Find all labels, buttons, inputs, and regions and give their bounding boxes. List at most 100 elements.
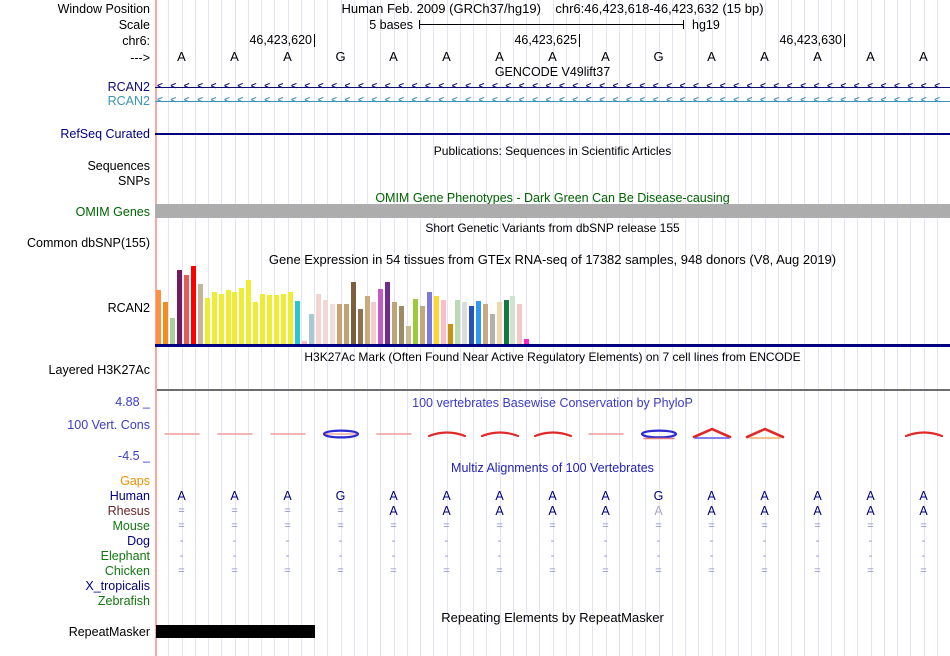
gtex-tissue-bar[interactable]: [378, 289, 384, 344]
gtex-tissue-bar[interactable]: [482, 304, 488, 344]
gtex-tissue-bar[interactable]: [288, 292, 294, 344]
gtex-tissue-bar[interactable]: [496, 302, 502, 344]
gtex-tissue-bar[interactable]: [385, 282, 391, 344]
alignment-cell: =: [496, 520, 503, 532]
gtex-tissue-bar[interactable]: [232, 292, 238, 344]
strand-arrow-icon: <: [170, 81, 177, 92]
gtex-tissue-bar[interactable]: [274, 295, 280, 344]
gtex-tissue-bar[interactable]: [434, 296, 439, 344]
gtex-tissue-bar[interactable]: [183, 275, 189, 344]
gtex-tissue-bar[interactable]: [295, 301, 300, 344]
gtex-tissue-bar[interactable]: [260, 294, 266, 344]
gtex-tissue-bar[interactable]: [343, 304, 349, 344]
repeatmasker-track-title[interactable]: Repeating Elements by RepeatMasker: [155, 611, 950, 625]
strand-arrow-icon: <: [237, 81, 244, 92]
strand-arrow-icon: <: [800, 95, 807, 106]
omim-track-title[interactable]: OMIM Gene Phenotypes - Dark Green Can Be…: [155, 191, 950, 205]
gtex-tissue-bar[interactable]: [503, 300, 509, 344]
gtex-tissue-bar[interactable]: [371, 302, 377, 344]
gene-label-rcan2-1[interactable]: RCAN2: [0, 80, 150, 94]
gtex-tissue-bar[interactable]: [427, 292, 433, 344]
gtex-tissue-bar[interactable]: [406, 326, 412, 344]
gtex-tissue-bar[interactable]: [420, 306, 426, 344]
gtex-tissue-bar[interactable]: [329, 304, 335, 344]
gtex-tissue-bar[interactable]: [475, 301, 481, 344]
cons-wiggle[interactable]: [0, 426, 950, 442]
gtex-tissue-bar[interactable]: [510, 296, 516, 344]
alignment-cell: -: [815, 535, 820, 547]
gtex-tissue-bar[interactable]: [239, 288, 245, 344]
gtex-tissue-bar[interactable]: [162, 302, 168, 344]
alignment-cell: -: [391, 550, 396, 562]
gtex-tissue-bar[interactable]: [517, 304, 523, 344]
alignment-cell: A: [283, 489, 292, 503]
gencode-track-title[interactable]: GENCODE V49lift37: [155, 65, 950, 79]
gtex-tissue-bar[interactable]: [489, 314, 495, 344]
cons-track-title[interactable]: 100 vertebrates Basewise Conservation by…: [155, 396, 950, 410]
multiz-track-title[interactable]: Multiz Alignments of 100 Vertebrates: [155, 461, 950, 475]
h3k27ac-baseline: [157, 389, 950, 391]
gtex-tissue-bar[interactable]: [413, 299, 419, 344]
coordinate-tick: [844, 34, 845, 47]
gtex-tissue-bar[interactable]: [454, 300, 460, 344]
omim-track-label[interactable]: OMIM Genes: [0, 205, 150, 219]
strand-arrow-icon: <: [773, 95, 780, 106]
gtex-tissue-bar[interactable]: [156, 290, 161, 344]
refseq-track-label[interactable]: RefSeq Curated: [0, 127, 150, 141]
gene-label-rcan2-2[interactable]: RCAN2: [0, 94, 150, 108]
publications-track-title[interactable]: Publications: Sequences in Scientific Ar…: [155, 144, 950, 158]
alignment-cell: =: [284, 505, 291, 517]
gtex-tissue-bar[interactable]: [246, 280, 252, 344]
gtex-tissue-bar[interactable]: [447, 324, 453, 344]
repeatmasker-track-label[interactable]: RepeatMasker: [0, 625, 150, 639]
alignment-cell: -: [815, 550, 820, 562]
omim-gene-bar[interactable]: [155, 204, 950, 218]
alignment-cell: -: [179, 535, 184, 547]
gtex-tissue-bar[interactable]: [281, 294, 287, 344]
strand-arrow-icon: <: [264, 81, 271, 92]
strand-arrow-icon: <: [250, 81, 257, 92]
conservation-mark: [904, 431, 943, 438]
gtex-tissue-bar[interactable]: [225, 290, 231, 344]
refseq-gene-line[interactable]: [155, 133, 950, 135]
gtex-tissue-bar[interactable]: [336, 304, 342, 344]
gtex-tissue-bar[interactable]: [197, 284, 203, 344]
gtex-tissue-bar[interactable]: [218, 294, 224, 344]
gtex-tissue-bar[interactable]: [468, 306, 474, 344]
gtex-tissue-bar[interactable]: [392, 302, 398, 344]
gtex-tissue-bar[interactable]: [461, 302, 467, 344]
gtex-gene-label[interactable]: RCAN2: [0, 301, 150, 315]
alignment-cell: =: [231, 505, 238, 517]
h3k27ac-track-label[interactable]: Layered H3K27Ac: [0, 363, 150, 377]
snps-track-label[interactable]: SNPs: [0, 174, 150, 188]
gtex-tissue-bar[interactable]: [169, 318, 175, 344]
gtex-tissue-bar[interactable]: [364, 296, 370, 344]
alignment-cell: -: [232, 535, 237, 547]
strand-arrow-icon: <: [693, 81, 699, 92]
alignment-cell: =: [867, 520, 874, 532]
strand-arrow-icon: <: [331, 81, 338, 92]
repeat-element-bar[interactable]: [156, 625, 315, 638]
gtex-tissue-bar[interactable]: [308, 314, 314, 344]
gtex-tissue-bar[interactable]: [204, 298, 210, 344]
gtex-tissue-bar[interactable]: [176, 270, 182, 344]
gene-rcan2-2[interactable]: < < < < < < < < < < < < < < < < < < < < < < < < < < < < < < < < < < < < < < < <…: [155, 95, 950, 107]
gene-rcan2-1[interactable]: < < < < < < < < < < < < < < < < < < < < < < < < < < < < < < < < < < < < < < < <…: [155, 81, 950, 93]
gtex-barchart[interactable]: [156, 265, 536, 344]
gtex-tissue-bar[interactable]: [211, 292, 217, 344]
gtex-tissue-bar[interactable]: [253, 302, 259, 344]
gtex-tissue-bar[interactable]: [399, 306, 405, 344]
gtex-tissue-bar[interactable]: [357, 309, 363, 344]
gtex-tissue-bar[interactable]: [322, 300, 328, 344]
gtex-tissue-bar[interactable]: [350, 282, 356, 344]
gtex-tissue-bar[interactable]: [315, 294, 321, 344]
gtex-tissue-bar[interactable]: [190, 266, 196, 344]
dbsnp-track-title[interactable]: Short Genetic Variants from dbSNP releas…: [155, 221, 950, 235]
alignment-cell: -: [444, 535, 449, 547]
h3k27ac-track-title[interactable]: H3K27Ac Mark (Often Found Near Active Re…: [155, 350, 950, 364]
dbsnp-track-label[interactable]: Common dbSNP(155): [0, 236, 150, 250]
gtex-tissue-bar[interactable]: [267, 295, 273, 344]
gtex-tissue-bar[interactable]: [440, 300, 446, 344]
conservation-mark: [269, 433, 306, 435]
sequences-track-label[interactable]: Sequences: [0, 159, 150, 173]
